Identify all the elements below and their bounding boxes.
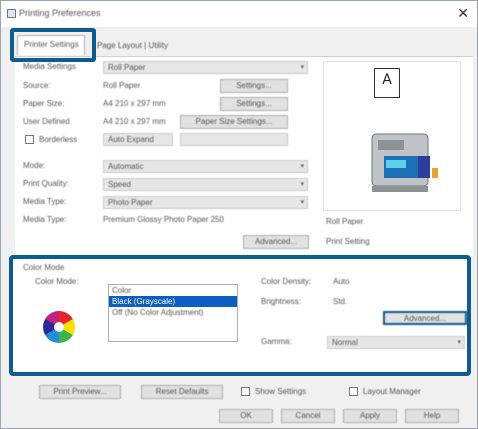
layout-manager-label: Layout Manager (363, 387, 421, 396)
source-settings-button[interactable]: Settings... (220, 79, 288, 93)
quality-combo[interactable]: Speed ▾ (103, 178, 308, 191)
print-dialog-window: Printing Preferences ✕ Printer Settings … (0, 0, 478, 429)
borderless-label: Borderless (39, 135, 78, 144)
media-type-label: Media Type: (23, 215, 67, 224)
show-settings-checkbox[interactable] (241, 387, 250, 396)
show-settings-label: Show Settings (255, 387, 307, 396)
brightness-value: Std. (333, 297, 348, 306)
source-value: Roll Paper (103, 81, 141, 90)
print-preview-button[interactable]: Print Preview... (39, 385, 121, 399)
paper-size-settings-button[interactable]: Paper Size Settings... (180, 115, 288, 129)
ok-button[interactable]: OK (219, 409, 273, 423)
brightness-label: Brightness: (261, 297, 302, 306)
list-item[interactable]: Off (No Color Adjustment) (109, 307, 237, 318)
tab-layout-utility[interactable]: Page Layout | Utility (91, 37, 191, 55)
media-type-value: Premium Glossy Photo Paper 250 (103, 215, 224, 224)
color-group-label: Color Mode (23, 263, 65, 272)
dialog-footer: Print Preview... Reset Defaults Show Set… (1, 379, 477, 429)
color-mode-listbox[interactable]: Color Black (Grayscale) Off (No Color Ad… (108, 284, 238, 342)
color-mode-group: Color Mode Color Mode: Color Black (Gray… (9, 255, 471, 376)
advanced-media-button[interactable]: Advanced... (243, 235, 309, 249)
tab-strip: Printer Settings Page Layout | Utility (17, 35, 477, 55)
printer-app-icon (7, 9, 16, 18)
preview-note-1: Roll Paper (326, 217, 364, 226)
list-item-selected[interactable]: Black (Grayscale) (109, 296, 237, 307)
custom-value: A4 210 x 297 mm (103, 117, 166, 126)
density-label: Color Density: (261, 277, 312, 286)
paper-type-label: Media Type: (23, 197, 67, 206)
source-label: Source: (23, 81, 51, 90)
paper-orientation-icon: A (374, 68, 400, 98)
window-title: Printing Preferences (19, 8, 101, 18)
title-bar: Printing Preferences ✕ (1, 1, 477, 27)
border-combo[interactable]: Auto Expand (103, 133, 173, 146)
gamma-combo[interactable]: Normal ▾ (327, 336, 465, 349)
tab-printer-settings[interactable]: Printer Settings (17, 35, 85, 55)
gamma-label: Gamma: (261, 337, 292, 346)
preview-note-2: Print Setting (326, 237, 370, 246)
apply-button[interactable]: Apply (343, 409, 397, 423)
density-value: Auto (333, 277, 350, 286)
color-mode-label: Color Mode: (35, 277, 79, 286)
close-icon[interactable]: ✕ (457, 5, 469, 21)
quality-label: Print Quality: (23, 179, 69, 188)
border-option-combo[interactable] (180, 133, 288, 146)
size-label: Paper Size: (23, 99, 65, 108)
mode-label: Mode: (23, 161, 46, 170)
size-value: A4 210 x 297 mm (103, 99, 166, 108)
borderless-checkbox[interactable] (25, 135, 34, 144)
media-settings-label: Media Settings (23, 62, 76, 71)
print-preview-pane: A Roll Paper Print Setting (323, 61, 461, 246)
cancel-button[interactable]: Cancel (281, 409, 335, 423)
size-settings-button[interactable]: Settings... (220, 97, 288, 111)
paper-type-combo[interactable]: Photo Paper ▾ (103, 196, 308, 209)
layout-manager-checkbox[interactable] (349, 387, 358, 396)
help-button[interactable]: Help (405, 409, 459, 423)
reset-defaults-button[interactable]: Reset Defaults (141, 385, 223, 399)
color-advanced-button[interactable]: Advanced... (383, 311, 467, 325)
printer-illustration-icon (371, 133, 438, 192)
custom-label: User Defined (23, 117, 70, 126)
color-wheel-icon (43, 311, 75, 343)
mode-combo[interactable]: Automatic ▾ (103, 160, 308, 173)
list-item[interactable]: Color (109, 285, 237, 296)
media-settings-combo[interactable]: Roll Paper ▾ (103, 61, 308, 74)
